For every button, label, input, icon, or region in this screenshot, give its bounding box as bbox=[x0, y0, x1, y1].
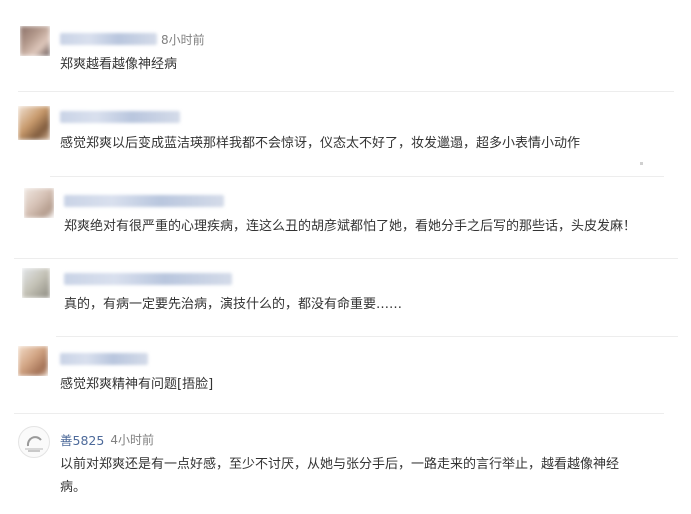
username-blurred[interactable] bbox=[64, 273, 232, 285]
divider bbox=[50, 176, 664, 177]
avatar[interactable] bbox=[18, 426, 50, 458]
avatar[interactable] bbox=[18, 106, 50, 140]
comment-item: 感觉郑爽以后变成蓝洁瑛那样我都不会惊讶，仪态太不好了，妆发邋遢，超多小表情小动作 bbox=[0, 92, 691, 172]
avatar[interactable] bbox=[20, 26, 50, 56]
comment-text: 郑爽越看越像神经病 bbox=[60, 57, 178, 72]
username-blurred[interactable] bbox=[60, 33, 157, 45]
comment-item: 善5825 4小时前 以前对郑爽还是有一点好感，至少不讨厌，从她与张分手后，一路… bbox=[0, 414, 691, 514]
avatar[interactable] bbox=[22, 268, 50, 298]
username-blurred[interactable] bbox=[60, 111, 180, 123]
comment-text: 以前对郑爽还是有一点好感，至少不讨厌，从她与张分手后，一路走来的言行举止，越看越… bbox=[60, 457, 620, 472]
comment-item: 郑爽绝对有很严重的心理疾病，连这么丑的胡彦斌都怕了她，看她分手之后写的那些话，头… bbox=[0, 172, 691, 258]
username-blurred[interactable] bbox=[60, 353, 148, 365]
comment-item: 感觉郑爽精神有问题[捂脸] bbox=[0, 342, 691, 414]
comment-text-continued: 病。 bbox=[60, 480, 87, 495]
comment-text: 郑爽绝对有很严重的心理疾病，连这么丑的胡彦斌都怕了她，看她分手之后写的那些话，头… bbox=[64, 219, 637, 234]
avatar[interactable] bbox=[18, 346, 48, 376]
avatar-icon bbox=[25, 436, 43, 452]
avatar[interactable] bbox=[24, 188, 54, 218]
username[interactable]: 善5825 bbox=[60, 430, 104, 449]
comment-text: 感觉郑爽以后变成蓝洁瑛那样我都不会惊讶，仪态太不好了，妆发邋遢，超多小表情小动作 bbox=[60, 136, 581, 151]
username-blurred[interactable] bbox=[64, 195, 224, 207]
decorative-dot bbox=[640, 162, 643, 165]
divider bbox=[14, 258, 678, 259]
comment-item: 8小时前 郑爽越看越像神经病 bbox=[0, 0, 691, 92]
comment-text: 感觉郑爽精神有问题[捂脸] bbox=[60, 377, 214, 392]
comment-item: 真的，有病一定要先治病，演技什么的，都没有命重要…… bbox=[0, 258, 691, 342]
divider bbox=[56, 336, 678, 337]
comment-text: 真的，有病一定要先治病，演技什么的，都没有命重要…… bbox=[64, 297, 403, 312]
comment-time: 4小时前 bbox=[110, 432, 154, 447]
comment-time: 8小时前 bbox=[161, 32, 205, 47]
